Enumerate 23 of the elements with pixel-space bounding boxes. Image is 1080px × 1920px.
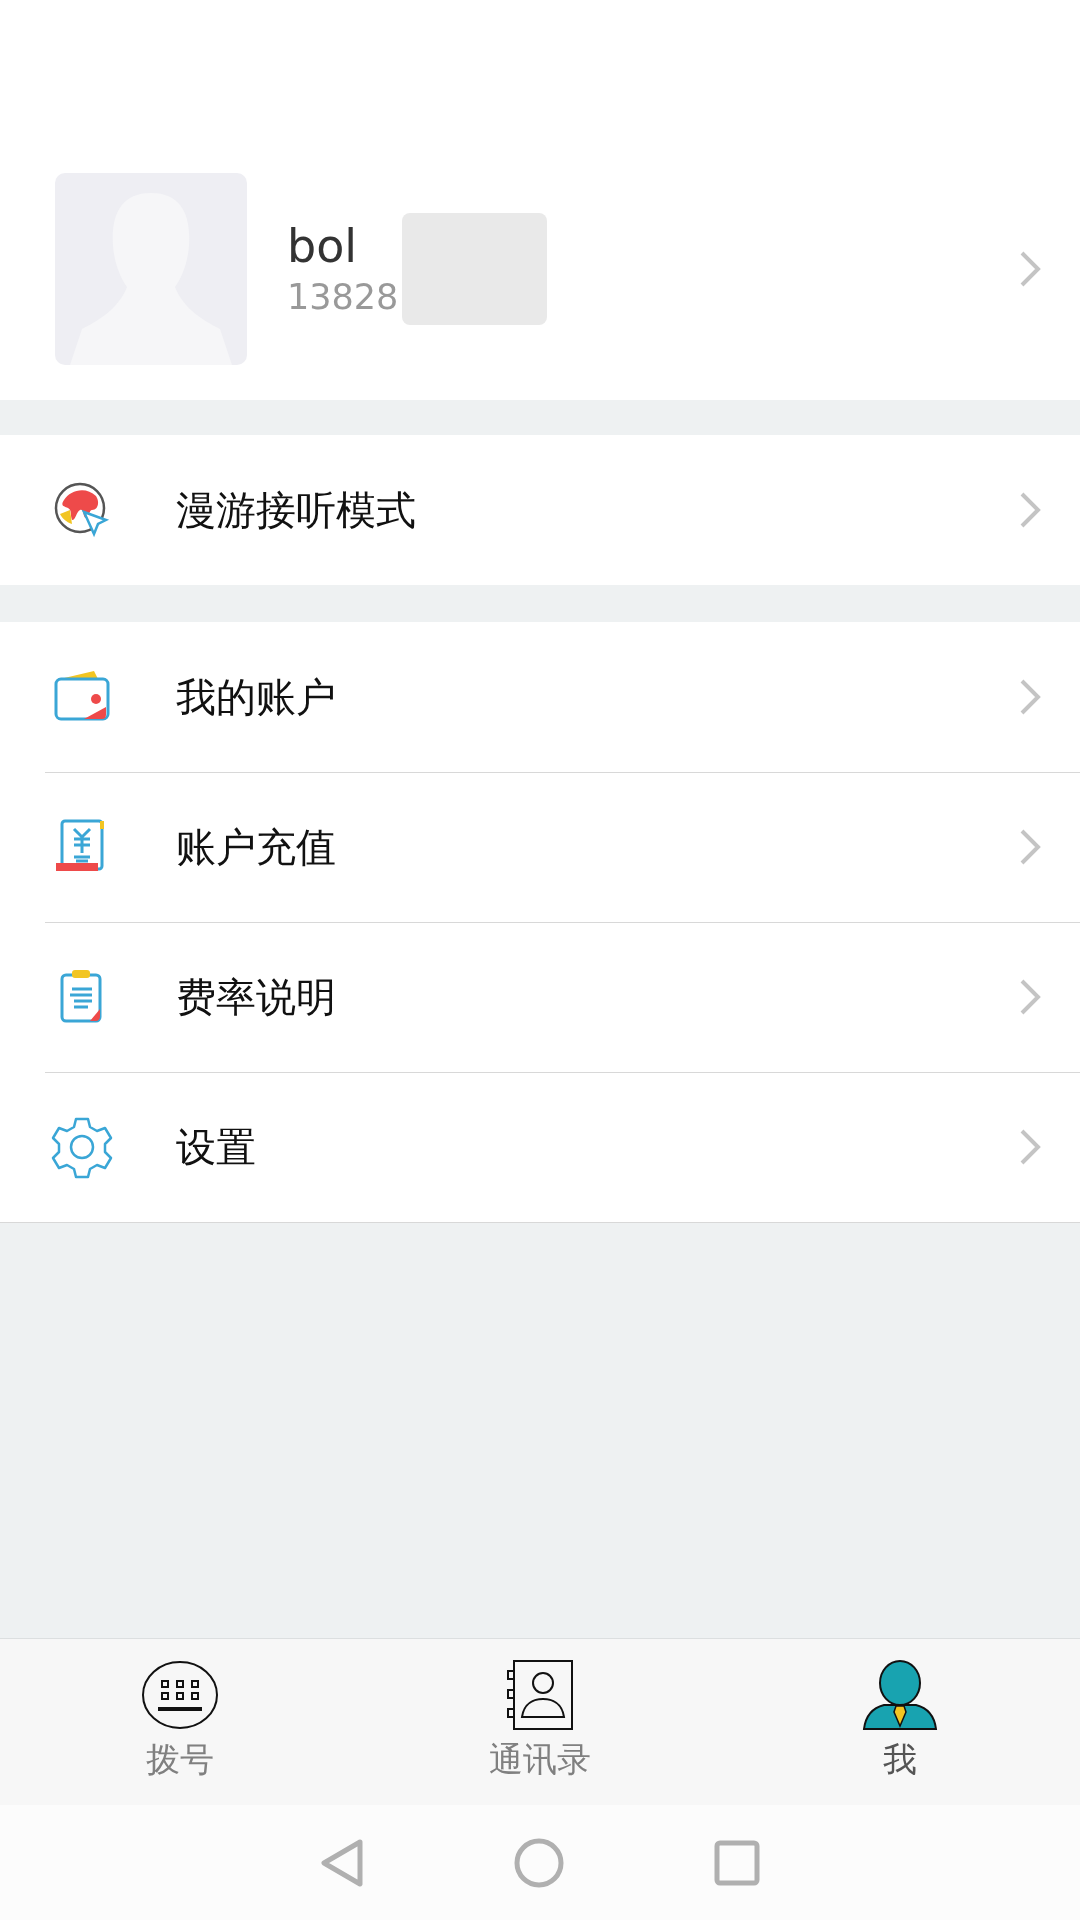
home-icon[interactable] xyxy=(514,1837,564,1888)
person-icon xyxy=(860,1659,940,1731)
recents-icon[interactable] xyxy=(714,1839,760,1886)
chevron-icon xyxy=(1018,249,1042,289)
phone-number: 13828 xyxy=(287,276,399,319)
chevron-icon xyxy=(1018,977,1042,1017)
menu-item[interactable]: 费率说明 xyxy=(0,922,1080,1072)
dialpad-icon xyxy=(140,1659,220,1731)
menu-item[interactable]: 我的账户 xyxy=(0,622,1080,772)
profile-card[interactable]: bol 13828 xyxy=(0,0,1080,400)
back-icon[interactable] xyxy=(320,1837,364,1888)
menu-item[interactable]: 设置 xyxy=(0,1072,1080,1222)
chevron-icon xyxy=(1018,677,1042,717)
menu-item[interactable]: 账户充值 xyxy=(0,772,1080,922)
nav-tab[interactable]: 拨号 xyxy=(0,1639,360,1805)
chevron-icon xyxy=(1018,827,1042,867)
chevron-icon xyxy=(1018,1127,1042,1167)
nav-tab[interactable]: 我 xyxy=(720,1639,1080,1805)
menu-item[interactable]: 漫游接听模式 xyxy=(0,435,1080,585)
chevron-icon xyxy=(1018,490,1042,530)
nav-tab[interactable]: 通讯录 xyxy=(360,1639,720,1805)
user-name: bol xyxy=(287,218,359,274)
settings-icon xyxy=(50,1115,114,1179)
